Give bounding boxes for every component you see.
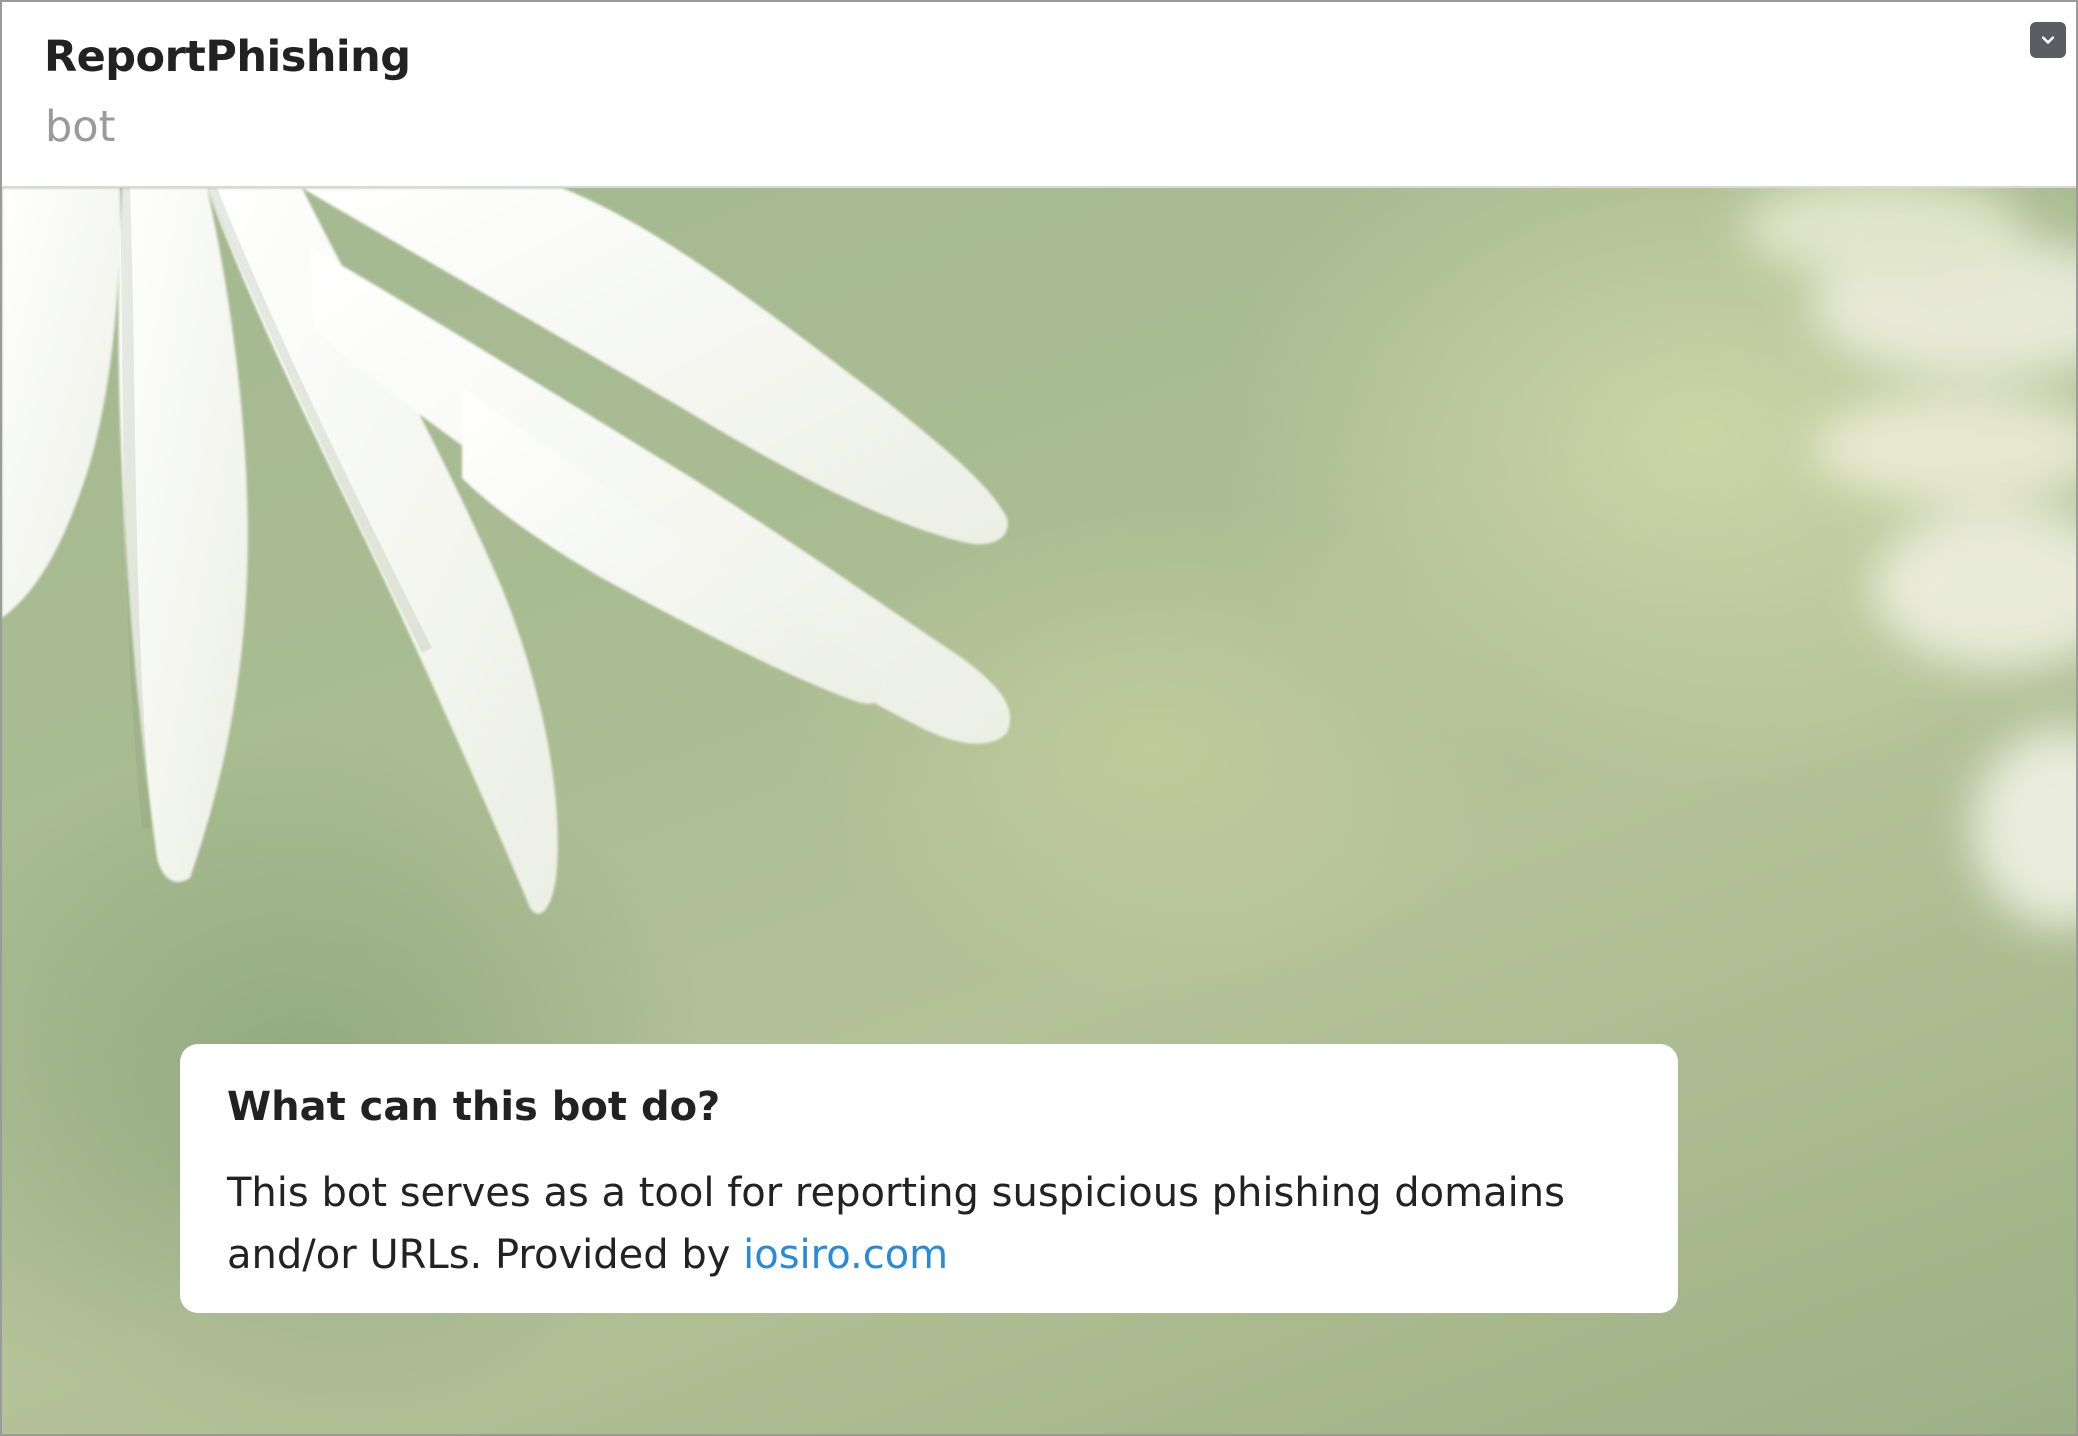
chat-subtitle: bot [45,102,116,152]
chat-header: ReportPhishing bot [2,2,2076,188]
chat-background: What can this bot do? This bot serves as… [2,188,2076,1434]
chat-window: ReportPhishing bot What can this bot do?… [0,0,2078,1436]
bot-info-heading: What can this bot do? [227,1084,721,1130]
chat-menu-button[interactable] [2030,22,2066,58]
chevron-down-icon [2041,36,2055,44]
chat-title[interactable]: ReportPhishing [44,32,411,82]
bot-info-description: This bot serves as a tool for reporting … [227,1162,1647,1286]
bot-info-card: What can this bot do? This bot serves as… [180,1044,1678,1313]
iosiro-link[interactable]: iosiro.com [743,1232,948,1278]
